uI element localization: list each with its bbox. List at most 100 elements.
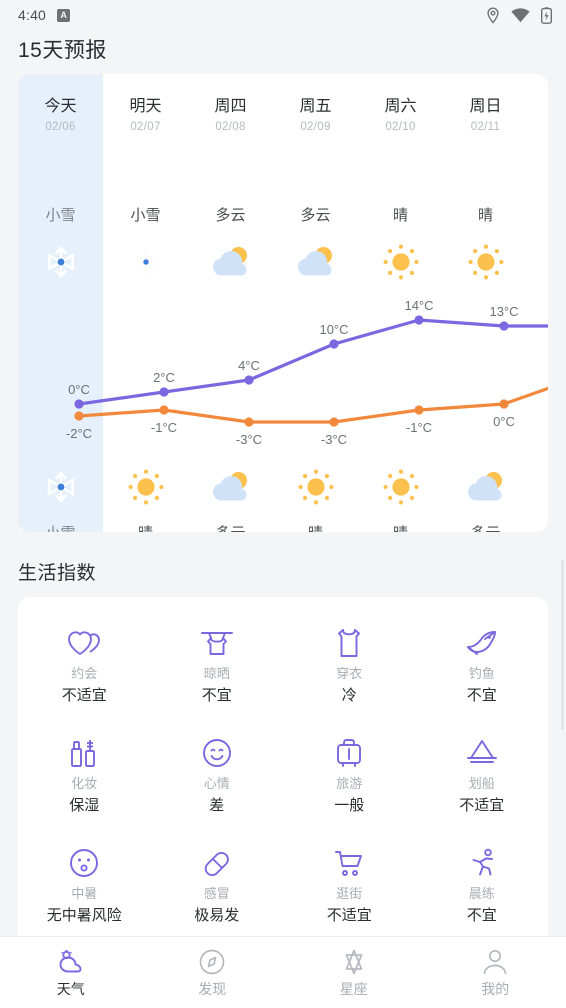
low-temp-label-1: -1°C (151, 420, 177, 435)
forecast-day-3[interactable]: 周五 02/09 (273, 96, 358, 136)
low-temp-label-0: -2°C (66, 426, 92, 441)
low-temp-label-2: -3°C (236, 432, 262, 447)
life-item-name: 旅游 (336, 776, 363, 791)
life-item-name: 中暑 (71, 886, 98, 901)
bottom-tab-bar: 天气 发现 星座 我的 (0, 936, 566, 1008)
life-item-name: 约会 (71, 666, 98, 681)
tab-horoscope[interactable]: 星座 (283, 946, 425, 1000)
condition-text: 小雪 (45, 207, 76, 224)
life-item-heatstroke[interactable]: 中暑 无中暑风险 (18, 831, 151, 941)
page-title: 15天预报 (18, 39, 107, 62)
life-item-value: 差 (209, 797, 225, 814)
life-item-value: 不适宜 (61, 687, 107, 704)
condition-text: 多云 (215, 207, 246, 224)
tab-label: 天气 (56, 980, 85, 997)
life-index-card: 约会 不适宜 晾晒 不宜 穿衣 冷 钓鱼 不宜 化妆 保湿 心情 差 旅游 一般… (18, 597, 548, 947)
life-item-name: 晨练 (468, 886, 495, 901)
low-temp-label-3: -3°C (321, 432, 347, 447)
forecast-day-2[interactable]: 周四 02/08 (188, 96, 273, 136)
life-item-drying[interactable]: 晾晒 不宜 (151, 611, 284, 721)
life-item-value: 极易发 (194, 907, 240, 924)
star-hex-icon (283, 946, 425, 978)
life-item-name: 晾晒 (203, 666, 230, 681)
life-item-name: 心情 (203, 776, 230, 791)
forecast-card[interactable]: 今天 02/06 明天 02/07 周四 02/08 周五 02/09 周六 0… (18, 74, 548, 532)
life-item-name: 化妆 (71, 776, 98, 791)
tab-label: 我的 (481, 980, 510, 997)
partly-cloudy-icon (273, 234, 358, 290)
high-temp-label-2: 4°C (238, 358, 260, 373)
life-item-name: 划船 (468, 776, 495, 791)
sun-icon (358, 234, 443, 290)
snow-icon (18, 234, 103, 290)
life-item-dating[interactable]: 约会 不适宜 (18, 611, 151, 721)
day-date: 02/10 (385, 121, 416, 133)
day-date: 02/06 (45, 121, 76, 133)
forecast-scroll-area[interactable]: 今天 02/06 明天 02/07 周四 02/08 周五 02/09 周六 0… (18, 74, 548, 532)
heatstroke-face-icon (18, 843, 151, 883)
person-icon (425, 946, 566, 978)
condition-top-cell-3: 多云 (273, 204, 358, 225)
condition-text: 晴 (477, 207, 493, 224)
condition-text: 多云 (470, 525, 500, 532)
forecast-day-5[interactable]: 周日 02/11 (443, 96, 528, 136)
life-item-boating[interactable]: 划船 不适宜 (416, 721, 549, 831)
compass-icon (142, 946, 284, 978)
tab-profile[interactable]: 我的 (425, 946, 566, 1000)
life-item-name: 逛街 (336, 886, 363, 901)
wifi-icon (511, 7, 530, 23)
tshirt-icon (283, 623, 416, 663)
life-item-value: 不宜 (466, 907, 497, 924)
condition-top-cell-4: 晴 (358, 204, 443, 225)
condition-text: 小雪 (130, 207, 161, 224)
double-heart-icon (18, 623, 151, 663)
partly-cloudy-icon (188, 459, 273, 515)
life-item-value: 保湿 (69, 797, 100, 814)
forecast-day-1[interactable]: 明天 02/07 (103, 96, 188, 136)
life-item-value: 冷 (341, 687, 357, 704)
tab-label: 星座 (339, 980, 368, 997)
low-temp-labels: -2°C -1°C -3°C -3°C -1°C 0°C (66, 414, 515, 447)
forecast-day-4[interactable]: 周六 02/10 (358, 96, 443, 136)
high-temp-label-5: 13°C (489, 304, 518, 319)
page-scrollbar[interactable] (561, 560, 564, 730)
status-time: 4:40 (18, 7, 47, 23)
forecast-icon-bottom-row (18, 459, 548, 515)
life-item-value: 不宜 (466, 687, 497, 704)
forecast-condition-bottom-row: 小雪 晴 多云 晴 晴 多云 (18, 522, 548, 532)
life-item-shopping[interactable]: 逛街 不适宜 (283, 831, 416, 941)
forecast-day-0[interactable]: 今天 02/06 (18, 96, 103, 136)
condition-text: 多云 (215, 525, 245, 532)
condition-text: 晴 (308, 525, 323, 532)
life-item-name: 感冒 (203, 886, 230, 901)
life-item-mood[interactable]: 心情 差 (151, 721, 284, 831)
life-item-cosmetics[interactable]: 化妆 保湿 (18, 721, 151, 831)
fishing-icon (416, 623, 549, 663)
high-temp-label-0: 0°C (68, 382, 90, 397)
status-icons (486, 6, 552, 24)
high-temp-line (77, 318, 548, 406)
condition-top-cell-1: 小雪 (103, 204, 188, 225)
shopping-cart-icon (283, 843, 416, 883)
day-date: 02/09 (300, 121, 331, 133)
forecast-daynames-row: 今天 02/06 明天 02/07 周四 02/08 周五 02/09 周六 0… (18, 96, 548, 136)
life-item-clothing[interactable]: 穿衣 冷 (283, 611, 416, 721)
tab-weather[interactable]: 天气 (0, 946, 142, 1000)
sun-cloud-icon (0, 946, 142, 978)
sun-icon (358, 459, 443, 515)
cosmetics-icon (18, 733, 151, 773)
life-item-cold[interactable]: 感冒 极易发 (151, 831, 284, 941)
tab-discover[interactable]: 发现 (142, 946, 284, 1000)
day-name: 周四 (214, 98, 247, 115)
sailboat-icon (416, 733, 549, 773)
day-date: 02/11 (470, 121, 501, 133)
life-item-morning-exercise[interactable]: 晨练 不宜 (416, 831, 549, 941)
life-item-travel[interactable]: 旅游 一般 (283, 721, 416, 831)
condition-top-cell-5: 晴 (443, 204, 528, 225)
partly-cloudy-icon (188, 234, 273, 290)
pill-icon (151, 843, 284, 883)
condition-text: 晴 (392, 207, 408, 224)
day-name: 周六 (384, 98, 417, 115)
low-temp-label-5: 0°C (493, 414, 515, 429)
life-item-fishing[interactable]: 钓鱼 不宜 (416, 611, 549, 721)
